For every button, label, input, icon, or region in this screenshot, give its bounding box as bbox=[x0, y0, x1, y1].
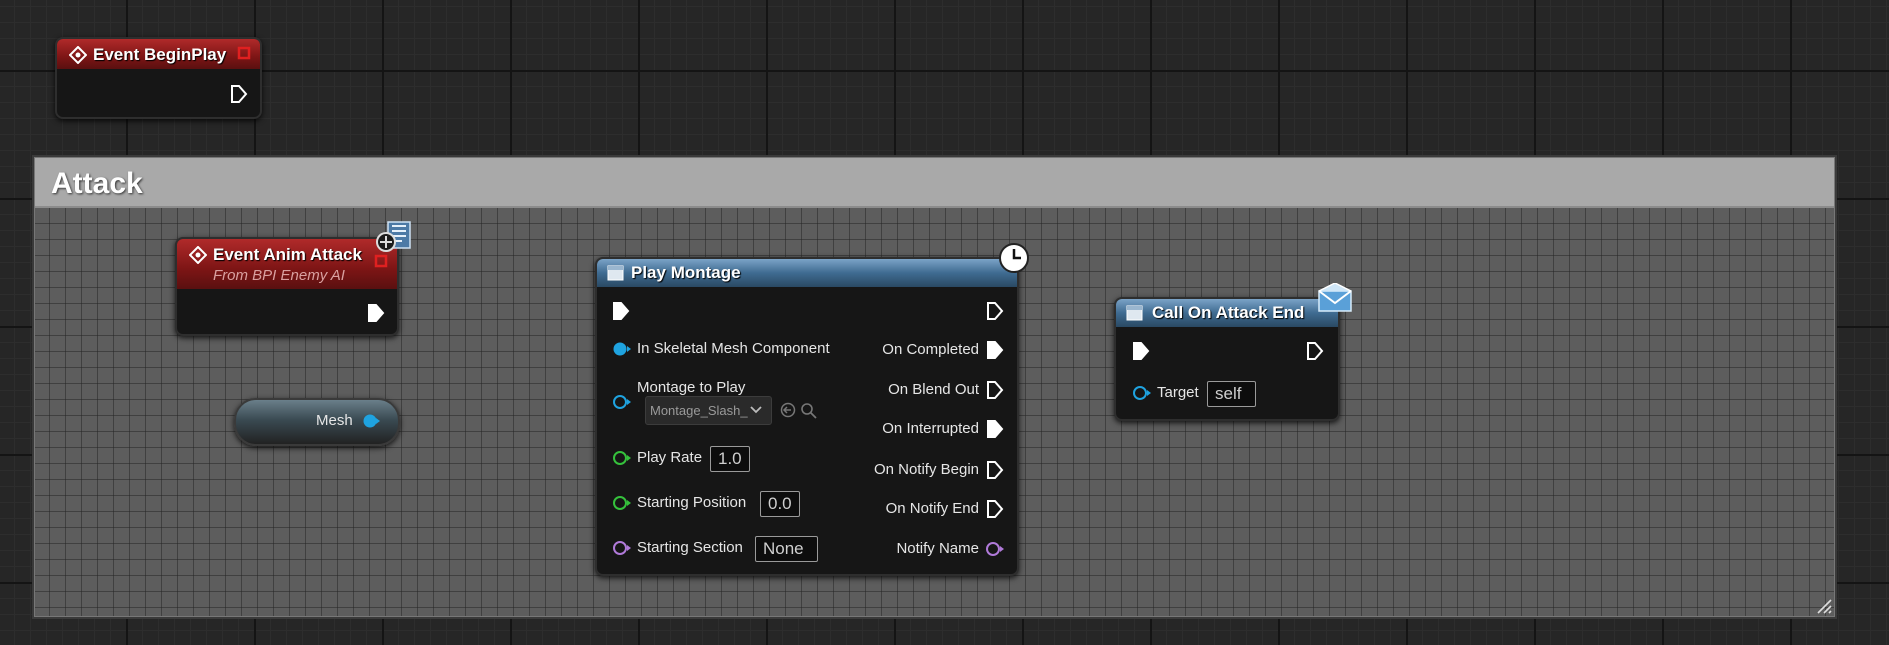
message-envelope-icon bbox=[1318, 283, 1352, 312]
object-out-pin[interactable] bbox=[362, 413, 380, 429]
mesh-variable-node[interactable]: Mesh bbox=[234, 398, 400, 446]
play-montage-node[interactable]: Play Montage In Skeletal Mesh Component … bbox=[595, 257, 1019, 576]
target-pin[interactable] bbox=[1132, 385, 1152, 401]
montage-asset-dropdown[interactable]: Montage_Slash_ bbox=[645, 396, 772, 425]
starting-position-pin[interactable] bbox=[612, 495, 632, 511]
node-subtitle: From BPI Enemy AI bbox=[213, 267, 345, 284]
exec-out-pin[interactable] bbox=[1306, 341, 1324, 361]
montage-asset-value: Montage_Slash_ bbox=[650, 403, 748, 418]
asset-browse-icon[interactable] bbox=[780, 402, 797, 419]
on-blend-out-label: On Blend Out bbox=[888, 381, 979, 398]
node-title: Call On Attack End bbox=[1152, 303, 1305, 322]
function-icon bbox=[1126, 305, 1143, 321]
montage-to-play-pin[interactable] bbox=[612, 394, 632, 410]
event-beginplay-node[interactable]: Event BeginPlay bbox=[55, 37, 262, 119]
asset-search-icon[interactable] bbox=[800, 402, 817, 419]
exec-out-pin[interactable] bbox=[367, 303, 385, 323]
event-anim-attack-node[interactable]: Event Anim Attack From BPI Enemy AI bbox=[175, 237, 399, 336]
starting-section-pin[interactable] bbox=[612, 540, 632, 556]
exec-in-pin[interactable] bbox=[612, 301, 630, 321]
variable-label: Mesh bbox=[316, 412, 353, 429]
latent-clock-icon bbox=[999, 243, 1029, 273]
event-diamond-icon bbox=[189, 246, 207, 264]
event-diamond-icon bbox=[69, 46, 87, 64]
skeletal-mesh-pin[interactable] bbox=[612, 341, 632, 357]
comment-title: Attack bbox=[51, 167, 143, 200]
on-completed-pin[interactable] bbox=[986, 340, 1004, 360]
exec-out-pin[interactable] bbox=[986, 301, 1004, 321]
skeletal-mesh-label: In Skeletal Mesh Component bbox=[637, 340, 830, 357]
delegate-pin-icon[interactable] bbox=[237, 46, 251, 60]
on-notify-begin-label: On Notify Begin bbox=[873, 461, 979, 478]
montage-to-play-label: Montage to Play bbox=[637, 379, 746, 396]
starting-section-label: Starting Section bbox=[637, 539, 743, 556]
notify-name-label: Notify Name bbox=[896, 540, 979, 557]
node-title: Event Anim Attack bbox=[213, 245, 362, 264]
on-completed-label: On Completed bbox=[882, 341, 979, 358]
on-interrupted-label: On Interrupted bbox=[882, 420, 979, 437]
play-rate-label: Play Rate bbox=[637, 449, 703, 466]
dropdown-chevron-icon bbox=[750, 406, 762, 414]
starting-section-input[interactable]: None bbox=[755, 536, 818, 562]
node-title: Play Montage bbox=[631, 263, 741, 282]
interface-icon bbox=[376, 221, 411, 252]
on-interrupted-pin[interactable] bbox=[986, 419, 1004, 439]
target-input[interactable]: self bbox=[1207, 381, 1256, 407]
on-notify-end-pin[interactable] bbox=[986, 499, 1004, 519]
notify-name-pin[interactable] bbox=[984, 541, 1006, 557]
node-title: Event BeginPlay bbox=[93, 45, 227, 64]
target-label: Target bbox=[1157, 384, 1199, 401]
exec-out-pin[interactable] bbox=[230, 84, 248, 104]
on-notify-end-label: On Notify End bbox=[885, 500, 979, 517]
on-blend-out-pin[interactable] bbox=[986, 380, 1004, 400]
starting-position-label: Starting Position bbox=[637, 494, 747, 511]
resize-grip-icon[interactable] bbox=[1814, 596, 1832, 614]
play-rate-input[interactable]: 1.0 bbox=[710, 446, 750, 472]
starting-position-input[interactable]: 0.0 bbox=[760, 491, 800, 517]
delegate-pin-icon[interactable] bbox=[374, 254, 388, 268]
function-icon bbox=[607, 265, 624, 281]
play-rate-pin[interactable] bbox=[612, 450, 632, 466]
on-notify-begin-pin[interactable] bbox=[986, 460, 1004, 480]
exec-in-pin[interactable] bbox=[1132, 341, 1150, 361]
call-on-attack-end-node[interactable]: Call On Attack End Target self bbox=[1114, 297, 1340, 421]
comment-header[interactable]: Attack bbox=[35, 158, 1834, 208]
